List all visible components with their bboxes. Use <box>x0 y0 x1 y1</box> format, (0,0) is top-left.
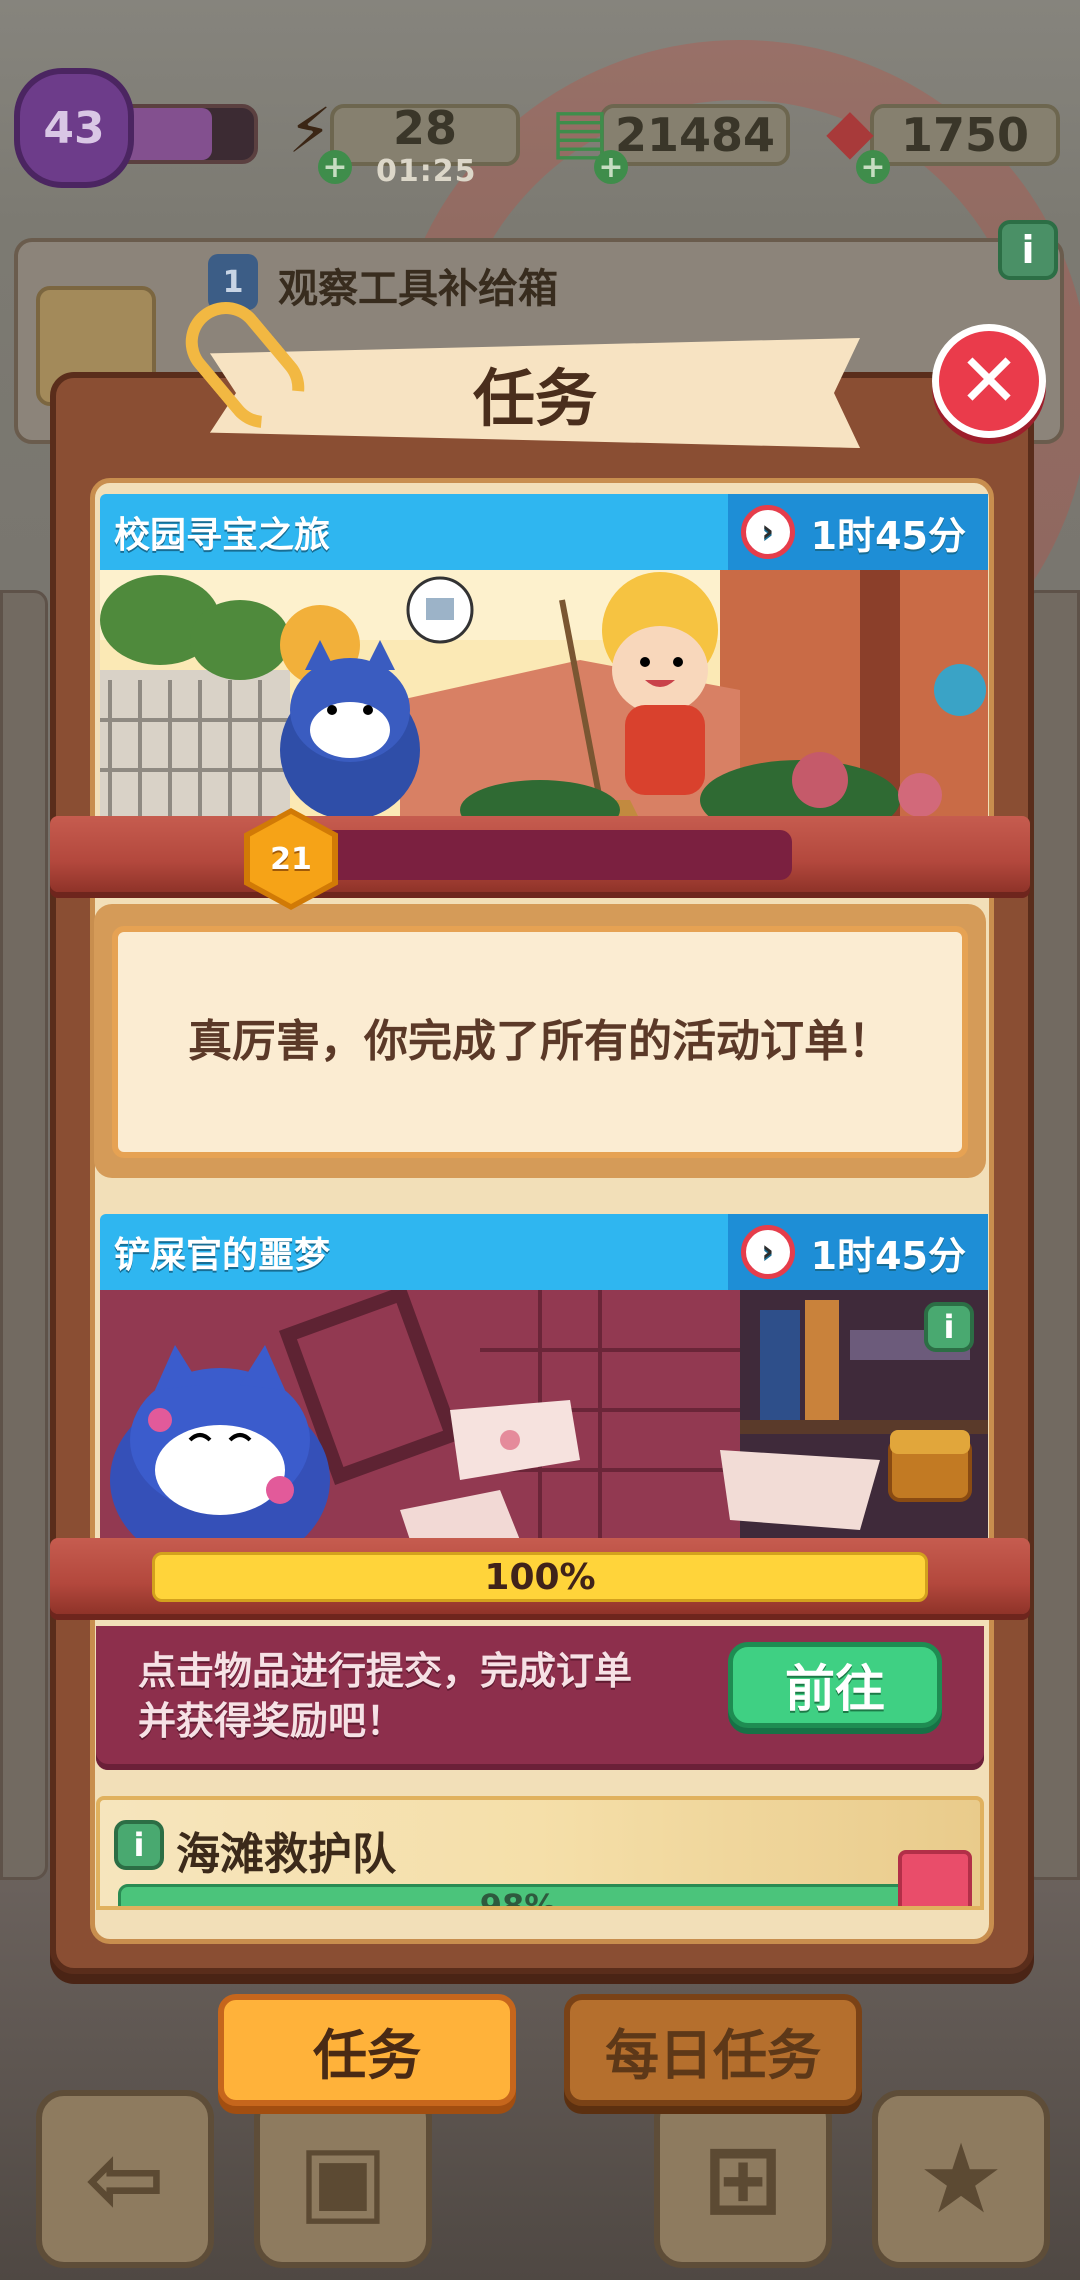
event-illustration-messy-room <box>100 1290 988 1540</box>
event-progress-label: 100% <box>484 1556 596 1598</box>
event-instruction: 点击物品进行提交，完成订单并获得奖励吧！ <box>138 1649 633 1743</box>
clock-icon: › <box>740 1225 795 1279</box>
event-card-header: 铲屎官的噩梦 › 1时45分 <box>100 1214 988 1290</box>
clock-icon: › <box>740 505 795 559</box>
back-arrow-icon[interactable]: ⇦ <box>36 2090 214 2268</box>
event-title: 校园寻宝之旅 <box>114 515 331 556</box>
bottom-navigation: ⇦ ▣ ⊞ ★ <box>0 2080 1080 2280</box>
supply-box-title: 观察工具补给箱 <box>278 266 558 312</box>
tab-tasks-label: 任务 <box>313 2023 421 2087</box>
event-timer: › 1时45分 <box>728 494 988 570</box>
gift-icon <box>898 1850 972 1906</box>
energy-timer: 01:25 <box>376 154 477 189</box>
cash-value: 21484 <box>614 108 776 162</box>
player-level-badge[interactable]: 43 <box>14 68 134 188</box>
basket-icon[interactable]: ⊞ <box>654 2090 832 2268</box>
tab-daily-tasks-label: 每日任务 <box>605 2023 821 2087</box>
energy-value: 28 <box>392 101 457 155</box>
event-timer: › 1时45分 <box>728 1214 988 1290</box>
event-title: 铲屎官的噩梦 <box>114 1235 331 1276</box>
dialog-title-text: 任务 <box>472 362 597 435</box>
tab-tasks[interactable]: 任务 <box>218 1994 516 2106</box>
gem-counter[interactable]: 1750 <box>870 104 1060 166</box>
left-side-panel <box>0 590 48 1880</box>
close-icon: ✕ <box>957 338 1020 424</box>
player-level-number: 43 <box>43 102 105 154</box>
add-cash-button[interactable]: + <box>594 150 628 185</box>
event-progress-bar: 98% <box>118 1884 918 1910</box>
close-button[interactable]: ✕ <box>932 324 1046 438</box>
gem-value: 1750 <box>900 108 1030 162</box>
congrats-text: 真厉害，你完成了所有的活动订单！ <box>188 1016 892 1067</box>
congrats-message: 真厉害，你完成了所有的活动订单！ <box>112 926 968 1158</box>
event-task-panel: 点击物品进行提交，完成订单并获得奖励吧！ 前往 <box>96 1626 984 1770</box>
event-info-icon[interactable]: i <box>114 1820 164 1870</box>
event-title: 海滩救护队 <box>176 1829 396 1880</box>
event-level-progress <box>280 830 792 880</box>
event-level-number: 21 <box>270 841 312 877</box>
backpack-icon[interactable]: ▣ <box>254 2090 432 2268</box>
add-gems-button[interactable]: + <box>856 150 890 185</box>
task-board-icon[interactable]: ★ <box>872 2090 1050 2268</box>
tab-daily-tasks[interactable]: 每日任务 <box>564 1994 862 2106</box>
event-progress-bar: 100% <box>152 1552 928 1602</box>
event-time-left: 1时45分 <box>810 1233 966 1278</box>
add-energy-button[interactable]: + <box>318 150 352 185</box>
messy-room-scene <box>100 1290 988 1540</box>
event-illustration-campus <box>100 570 988 820</box>
event-info-icon[interactable]: i <box>924 1302 974 1352</box>
event-card-header: 校园寻宝之旅 › 1时45分 <box>100 494 988 570</box>
dialog-title: 任务 <box>210 338 860 448</box>
go-button[interactable]: 前往 <box>728 1642 942 1728</box>
cash-counter[interactable]: 21484 <box>600 104 790 166</box>
campus-scene <box>100 570 988 820</box>
event-progress-label: 98% <box>479 1887 557 1910</box>
go-button-label: 前往 <box>785 1660 885 1718</box>
info-icon[interactable]: i <box>998 220 1058 280</box>
event-card-beach-rescue[interactable]: i 海滩救护队 98% <box>96 1796 984 1910</box>
event-time-left: 1时45分 <box>810 513 966 558</box>
